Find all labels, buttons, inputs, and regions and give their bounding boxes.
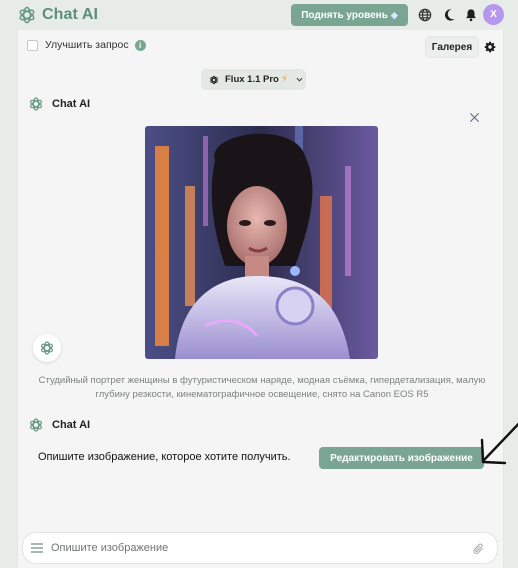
globe-icon[interactable] <box>418 8 432 22</box>
enhance-prompt-toggle[interactable]: Улучшить запрос i <box>27 39 146 51</box>
message-header: Chat AI <box>28 417 90 433</box>
sender-name: Chat AI <box>52 419 91 431</box>
close-icon[interactable] <box>469 112 480 123</box>
openai-knot-icon <box>19 6 35 24</box>
enhance-label: Улучшить запрос <box>45 39 129 51</box>
info-icon[interactable]: i <box>134 39 146 51</box>
side-assistant-button[interactable] <box>33 334 61 362</box>
lightning-icon: ⚡ <box>280 74 288 85</box>
edit-image-button[interactable]: Редактировать изображение <box>319 447 484 469</box>
paperclip-icon[interactable] <box>473 543 485 555</box>
model-selector[interactable]: Flux 1.1 Pro ⚡ <box>201 69 306 90</box>
annotation-arrow <box>480 422 518 465</box>
bell-icon[interactable] <box>464 8 478 22</box>
moon-icon[interactable] <box>442 8 456 22</box>
gallery-button[interactable]: Галерея <box>425 36 479 58</box>
chat-panel: Улучшить запрос i Галерея Flux 1.1 Pro ⚡… <box>17 30 518 568</box>
message-text: Опишите изображение, которое хотите полу… <box>38 451 291 463</box>
message-header: Chat AI <box>28 96 90 112</box>
gear-icon[interactable] <box>484 41 496 53</box>
upgrade-button[interactable]: Поднять уровень ◆ <box>291 4 408 26</box>
composer <box>22 532 498 564</box>
generated-image[interactable] <box>145 126 378 359</box>
upgrade-label: Поднять уровень <box>301 9 388 21</box>
chevron-down-icon <box>296 77 303 82</box>
image-caption: Студийный портрет женщины в футуристичес… <box>38 375 486 400</box>
openai-knot-icon <box>30 418 42 432</box>
enhance-checkbox[interactable] <box>27 39 38 51</box>
prompt-input[interactable] <box>51 542 451 554</box>
app-logo[interactable]: Chat AI <box>17 5 98 25</box>
sender-name: Chat AI <box>52 98 91 110</box>
app-title: Chat AI <box>42 6 99 23</box>
diamond-icon: ◆ <box>390 9 398 20</box>
avatar[interactable]: X <box>483 4 504 25</box>
hamburger-icon[interactable] <box>31 543 43 553</box>
openai-knot-icon <box>30 97 42 111</box>
top-bar: Chat AI Поднять уровень ◆ X <box>0 0 518 30</box>
openai-knot-icon <box>210 75 218 84</box>
model-name: Flux 1.1 Pro <box>225 74 279 85</box>
openai-knot-icon <box>41 341 53 355</box>
